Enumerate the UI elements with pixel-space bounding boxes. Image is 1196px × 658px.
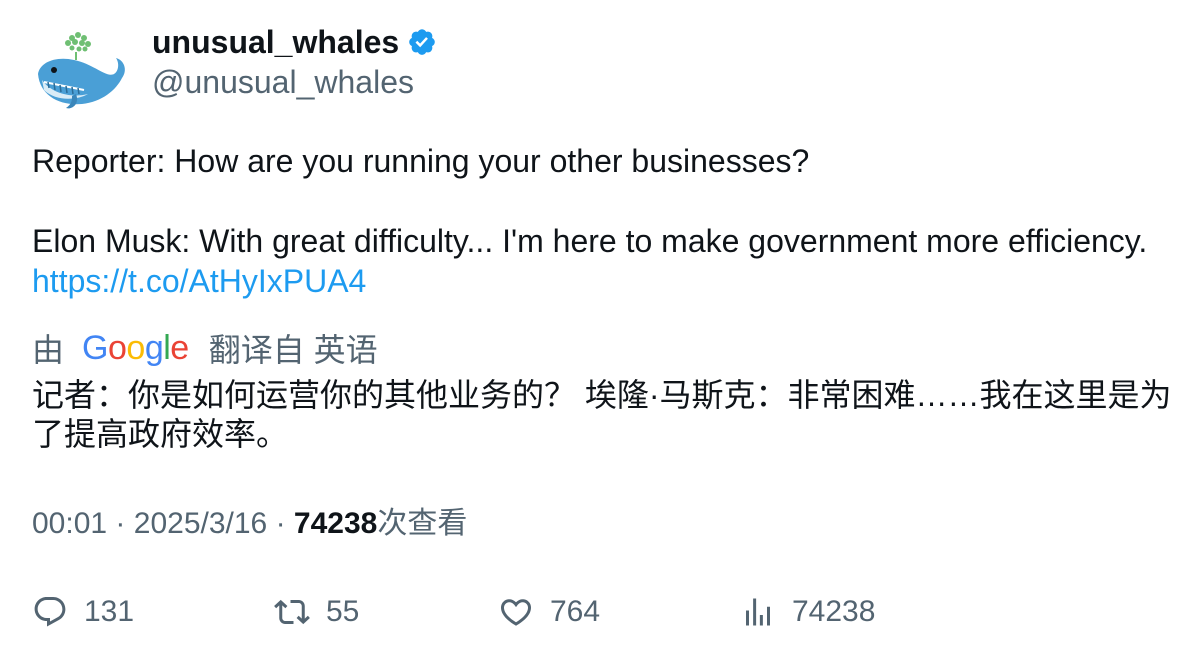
action-bar: 131 55 764 74238 — [32, 590, 1172, 634]
views-button[interactable]: 74238 — [740, 590, 875, 634]
retweet-count: 55 — [326, 595, 360, 628]
name-row: unusual_whales — [152, 22, 437, 62]
google-logo: Google — [82, 329, 189, 367]
meta-separator: · — [275, 507, 286, 540]
whale-logo-icon — [32, 24, 128, 120]
reply-icon — [34, 597, 66, 627]
heart-icon — [500, 599, 532, 626]
tweet-line-musk: Elon Musk: With great difficulty... I'm … — [32, 223, 1148, 259]
like-count: 764 — [550, 595, 601, 628]
translation-prefix: 由 — [32, 332, 65, 368]
author-header: unusual_whales @unusual_whales — [152, 22, 437, 102]
retweet-button[interactable]: 55 — [274, 590, 359, 634]
tweet-meta: 00:01 · 2025/3/16 · 74238次查看 — [32, 504, 467, 544]
views-label: 次查看 — [377, 507, 468, 540]
translation-attribution[interactable]: 由 Google 翻译自 英语 — [32, 326, 378, 370]
views-count: 74238 — [293, 507, 378, 540]
analytics-icon — [746, 598, 770, 626]
handle[interactable]: @unusual_whales — [152, 62, 437, 102]
translated-text: 记者：你是如何运营你的其他业务的？ 埃隆·马斯克：非常困难……我在这里是为了提高… — [32, 377, 1172, 452]
views-action-count: 74238 — [792, 595, 876, 628]
reply-count: 131 — [84, 595, 135, 628]
tweet-line-reporter: Reporter: How are you running your other… — [32, 143, 810, 179]
retweet-icon — [274, 599, 310, 625]
avatar[interactable] — [32, 24, 128, 120]
tweet-text: Reporter: How are you running your other… — [32, 141, 1172, 301]
tweet-link[interactable]: https://t.co/AtHyIxPUA4 — [32, 263, 366, 299]
meta-separator: · — [115, 507, 126, 540]
like-button[interactable]: 764 — [498, 590, 600, 634]
tweet-date[interactable]: 2025/3/16 — [134, 507, 267, 540]
display-name[interactable]: unusual_whales — [152, 22, 399, 62]
verified-badge-icon — [407, 27, 437, 57]
tweet-time[interactable]: 00:01 — [32, 507, 107, 540]
translation-suffix: 翻译自 英语 — [208, 332, 378, 368]
reply-button[interactable]: 131 — [32, 590, 134, 634]
